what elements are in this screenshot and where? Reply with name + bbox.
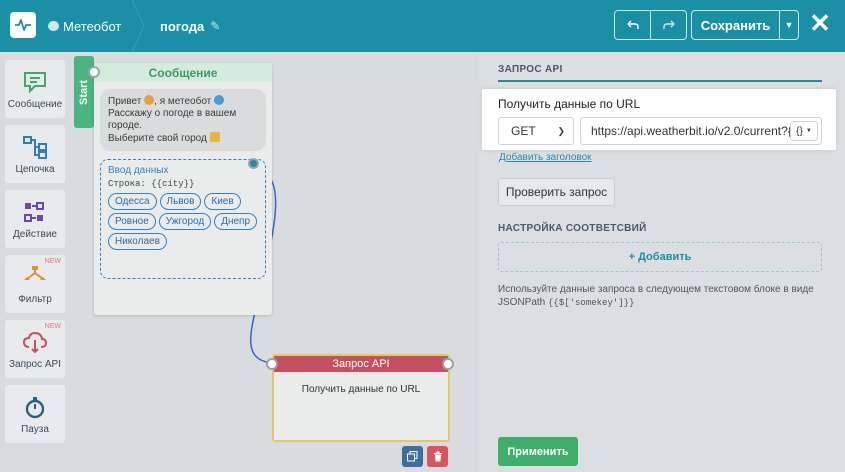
bot-name[interactable]: Метеобот [48,0,121,52]
message-text-line2: Расскажу о погоде в вашем [108,108,237,119]
add-mapping-button[interactable]: + Добавить [498,242,822,272]
message-icon [21,69,49,95]
tool-filter[interactable]: NEW Фильтр [5,255,65,313]
message-text-line1b: , я метеобот [154,96,212,107]
input-block[interactable]: Ввод данных Строка: {{city}} Одесса Льво… [100,158,266,279]
message-node[interactable]: Сообщение Привет , я метеобот Расскажу о… [88,63,272,315]
pointing-hand-emoji-icon [209,132,220,142]
app-logo[interactable] [10,12,36,38]
api-request-node[interactable]: Запрос API Получить данные по URL [266,354,454,442]
http-method-value: GET [511,124,536,138]
message-text-line3: городе. [108,120,143,131]
insert-variable-button[interactable]: {} ▼ [790,121,818,141]
flow-canvas[interactable]: Start Сообщение Привет , я метеобот Расс… [70,52,479,472]
flow-name[interactable]: погода ✎ [160,0,220,52]
copy-icon [407,451,418,462]
api-node-title: Запрос API [274,356,448,372]
jsonpath-hint: Используйте данные запроса в следующем т… [498,283,818,310]
pulse-icon [15,19,31,31]
tool-action[interactable]: Действие [5,190,65,248]
flow-name-label: погода [160,18,205,34]
top-bar: Метеобот погода ✎ Сохранить ▼ ✕ [0,0,845,52]
tool-api-request[interactable]: NEW Запрос API [5,320,65,378]
node-output-port[interactable] [442,358,454,370]
hint-code: {{$['somekey']}} [548,298,635,308]
quick-reply-button[interactable]: Киев [204,193,241,210]
section-divider [498,80,822,82]
message-bubble: Привет , я метеобот Расскажу о погоде в … [100,89,266,151]
url-input[interactable]: https://api.weatherbit.io/v2.0/current?{… [580,117,822,145]
pencil-icon[interactable]: ✎ [210,19,220,33]
quick-reply-button[interactable]: Одесса [108,193,157,210]
tool-label: Действие [13,229,57,240]
globe-emoji-icon [214,95,225,105]
tool-label: Сообщение [7,99,63,110]
tool-message[interactable]: Сообщение [5,60,65,118]
quick-reply-button[interactable]: Ровное [108,213,156,230]
add-header-link[interactable]: Добавить заголовок [499,152,592,163]
tool-label: Цепочка [15,164,55,175]
mapping-section-title: НАСТРОЙКА СООТВЕТСВИЙ [498,223,647,234]
node-input-port[interactable] [266,358,278,370]
chevron-down-icon: ❯ [557,126,565,136]
chevron-down-icon: ▼ [805,128,812,134]
settings-panel: ЗАПРОС API Получить данные по URL GET ❯ … [479,52,845,472]
breadcrumb-separator-icon [131,0,145,52]
close-icon[interactable]: ✕ [808,10,832,36]
cloud-api-icon [21,329,49,355]
stopwatch-icon [21,394,49,420]
bot-name-label: Метеобот [63,18,122,34]
chevron-down-icon: ▼ [784,20,794,30]
undo-button[interactable] [614,10,651,40]
undo-icon [626,20,639,29]
message-text-line4: Выберите свой город [108,133,207,144]
filter-icon [21,264,49,290]
delete-node-button[interactable] [427,446,448,467]
api-node-description: Получить данные по URL [301,384,421,395]
input-block-title: Ввод данных [108,165,169,176]
request-card: Получить данные по URL GET ❯ https://api… [482,89,836,150]
new-badge: NEW [44,258,61,265]
wave-emoji-icon [144,95,155,105]
hint-text: Используйте данные запроса в следующем т… [498,284,814,308]
chat-icon [48,21,59,31]
quick-reply-button[interactable]: Николаев [108,233,167,250]
quick-reply-button[interactable]: Днепр [214,213,258,230]
new-badge: NEW [44,323,61,330]
trash-icon [433,451,442,462]
tool-label: Пауза [21,424,49,435]
message-node-title: Сообщение [94,63,272,82]
url-input-value: https://api.weatherbit.io/v2.0/current?{… [591,124,805,138]
action-icon [21,199,49,225]
message-text-line1: Привет [108,96,142,107]
redo-button[interactable] [650,10,687,40]
tool-chain[interactable]: Цепочка [5,125,65,183]
save-button[interactable]: Сохранить [691,10,780,40]
node-input-port[interactable] [88,66,100,78]
panel-section-title: ЗАПРОС API [498,64,563,75]
redo-icon [662,20,675,29]
save-options-dropdown[interactable]: ▼ [779,10,799,40]
http-method-select[interactable]: GET ❯ [498,117,574,145]
tool-pause[interactable]: Пауза [5,385,65,443]
tool-label: Запрос API [8,359,62,370]
input-block-output-port[interactable] [248,158,259,169]
copy-node-button[interactable] [402,446,423,467]
input-variable: Строка: {{city}} [108,179,195,189]
quick-reply-button[interactable]: Ужгород [158,213,212,230]
apply-button[interactable]: Применить [498,437,578,466]
block-toolbar: Сообщение Цепочка Действие NEW Фильтр NE… [0,52,70,472]
tool-label: Фильтр [18,294,52,305]
braces-icon: {} [796,125,803,137]
chain-icon [21,134,49,160]
quick-reply-button[interactable]: Львов [159,193,202,210]
check-request-button[interactable]: Проверить запрос [498,178,615,206]
request-label: Получить данные по URL [498,97,641,111]
quick-replies: Одесса Львов Киев Ровное Ужгород Днепр Н… [108,193,258,250]
